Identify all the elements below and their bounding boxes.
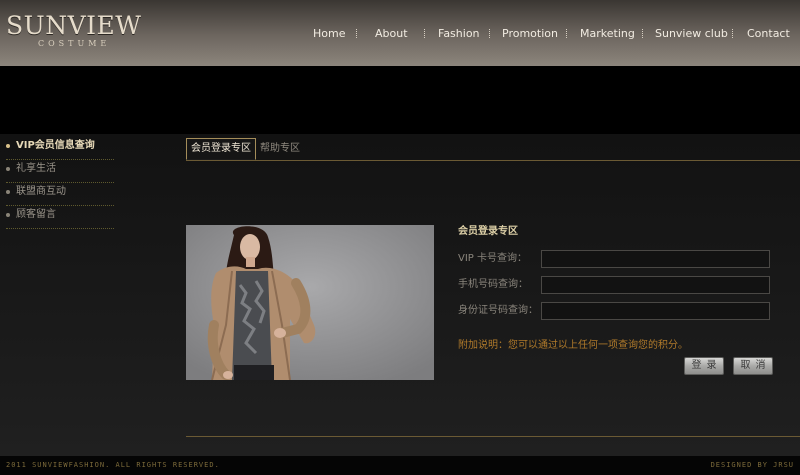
nav-home[interactable]: Home [313, 26, 345, 42]
sidebar-item-gift-life[interactable]: 礼享生活 [6, 160, 114, 183]
bullet-icon [6, 190, 10, 194]
main-nav: Home About Fashion Promotion Marketing S… [0, 26, 800, 44]
form-title: 会员登录专区 [458, 226, 518, 237]
tab-help[interactable]: 帮助专区 [256, 139, 304, 159]
vip-card-input[interactable] [541, 250, 770, 268]
sidebar-item-label: 顾客留言 [16, 209, 56, 220]
tab-member-login[interactable]: 会员登录专区 [186, 138, 256, 160]
id-number-input[interactable] [541, 302, 770, 320]
tab-underline [186, 160, 800, 161]
tab-bar: 会员登录专区 帮助专区 [186, 137, 800, 161]
nav-fashion[interactable]: Fashion [438, 26, 480, 42]
sidebar-item-label: 联盟商互动 [16, 186, 66, 197]
cancel-button[interactable]: 取消 [733, 357, 773, 375]
login-button[interactable]: 登录 [684, 357, 724, 375]
site-footer: 2011 SUNVIEWFASHION. ALL RIGHTS RESERVED… [0, 456, 800, 475]
nav-separator [566, 29, 568, 38]
sidebar-item-guestbook[interactable]: 顾客留言 [6, 206, 114, 229]
site-header: SUNVIEW COSTUME Home About Fashion Promo… [0, 0, 800, 66]
nav-separator [424, 29, 426, 38]
model-illustration [186, 225, 434, 380]
vip-card-label: VIP 卡号查询： [458, 253, 527, 264]
sidebar: VIP会员信息查询 礼享生活 联盟商互动 顾客留言 [6, 137, 114, 229]
id-number-label: 身份证号码查询： [458, 305, 538, 316]
nav-promotion[interactable]: Promotion [502, 26, 558, 42]
copyright-text: 2011 SUNVIEWFASHION. ALL RIGHTS RESERVED… [6, 461, 220, 469]
phone-label: 手机号码查询： [458, 279, 528, 290]
designer-credit: DESIGNED BY JRSU [710, 461, 794, 469]
phone-input[interactable] [541, 276, 770, 294]
nav-contact[interactable]: Contact [747, 26, 790, 42]
bullet-icon [6, 144, 10, 148]
bullet-icon [6, 167, 10, 171]
header-band [0, 66, 800, 134]
sidebar-item-vip-query[interactable]: VIP会员信息查询 [6, 137, 114, 160]
bullet-icon [6, 213, 10, 217]
content-divider [186, 436, 800, 437]
nav-separator [732, 29, 734, 38]
nav-sunview-club[interactable]: Sunview club [655, 26, 728, 42]
sidebar-item-label: 礼享生活 [16, 163, 56, 174]
nav-separator [356, 29, 358, 38]
fashion-model-photo [186, 225, 434, 380]
sidebar-item-label: VIP会员信息查询 [16, 140, 95, 151]
nav-separator [642, 29, 644, 38]
nav-marketing[interactable]: Marketing [580, 26, 635, 42]
nav-about[interactable]: About [375, 26, 408, 42]
form-note: 附加说明：您可以通过以上任何一项查询您的积分。 [458, 340, 688, 351]
sidebar-item-alliance[interactable]: 联盟商互动 [6, 183, 114, 206]
nav-separator [489, 29, 491, 38]
